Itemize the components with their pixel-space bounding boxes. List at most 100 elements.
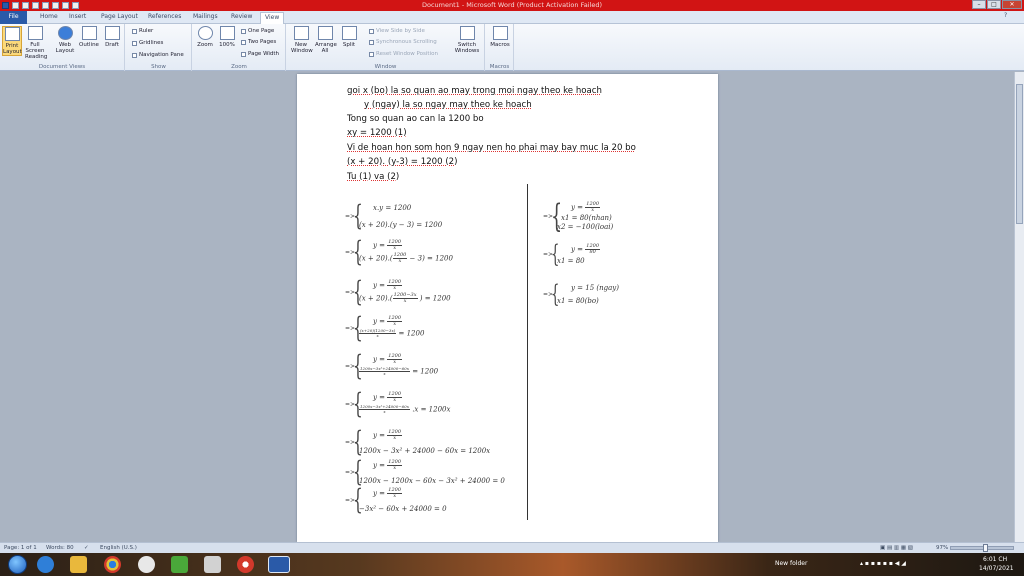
- fraction-denominator: x: [393, 245, 397, 251]
- navigation-pane-checkbox[interactable]: Navigation Pane: [132, 52, 184, 58]
- column-divider: [527, 184, 528, 520]
- internet-explorer-icon[interactable]: [37, 556, 54, 573]
- word-count[interactable]: Words: 80: [46, 545, 74, 551]
- document-page[interactable]: goi x (bo) la so quan ao may trong moi n…: [297, 74, 718, 542]
- maximize-button[interactable]: □: [987, 0, 1001, 9]
- two-pages-button[interactable]: Two Pages: [241, 39, 276, 45]
- full-screen-reading-icon: [27, 26, 43, 40]
- zoom-100-button[interactable]: 100%: [217, 26, 237, 48]
- equation-top: y = 1200 80: [571, 243, 601, 255]
- fraction-denominator: x: [393, 285, 397, 291]
- equation-top: y = 1200 x: [373, 429, 403, 441]
- tab-home[interactable]: Home: [40, 13, 58, 20]
- view-side-by-side-button[interactable]: View Side by Side: [369, 28, 425, 34]
- media-player-icon[interactable]: [204, 556, 221, 573]
- equation-bottom: 1200x−3x²+24000−60x x = 1200: [359, 366, 439, 376]
- synchronous-scrolling-button[interactable]: Synchronous Scrolling: [369, 39, 437, 45]
- checkbox-icon: [132, 52, 137, 58]
- fraction: 1200 x: [387, 354, 403, 365]
- equation-bottom: (x + 20).(1200−3x x ) = 1200: [359, 292, 451, 304]
- gridlines-checkbox[interactable]: Gridlines: [132, 40, 163, 46]
- equation-top: x.y = 1200: [373, 204, 412, 212]
- arrange-all-icon: [317, 26, 333, 40]
- fraction: 1200 x: [387, 392, 403, 403]
- clock-date[interactable]: 14/07/2021: [979, 565, 1014, 572]
- doc-line-6: (x + 20). (y-3) = 1200 (2): [347, 157, 458, 167]
- equation-bottom: −3x² − 60x + 24000 = 0: [359, 505, 447, 513]
- tab-page-layout[interactable]: Page Layout: [101, 13, 138, 20]
- equation-top: y = 1200 x: [571, 201, 601, 213]
- equation-bottom: (x + 20).(1200 x − 3) = 1200: [359, 252, 453, 264]
- fraction: 1200 x: [387, 488, 403, 499]
- group-macros: Macros Macros: [486, 24, 514, 71]
- draft-button[interactable]: Draft: [102, 26, 122, 48]
- web-layout-icon: [57, 26, 73, 40]
- doc-line-5: Vi de hoan hon som hon 9 ngay nen ho pha…: [347, 143, 636, 153]
- chrome-icon[interactable]: [104, 556, 121, 573]
- switch-windows-icon: [459, 26, 475, 40]
- minimize-button[interactable]: –: [972, 0, 986, 9]
- ruler-checkbox[interactable]: Ruler: [132, 28, 153, 34]
- zoom-slider[interactable]: [950, 546, 1014, 550]
- group-label: Show: [151, 64, 166, 70]
- zoom-slider-thumb[interactable]: [983, 544, 988, 552]
- system-tray-icons[interactable]: ▴ ▪ ▪ ▪ ▪ ▪ ◀ ◢: [860, 560, 906, 567]
- close-button[interactable]: ✕: [1002, 0, 1022, 9]
- group-window: New Window Arrange All Split View Side b…: [287, 24, 485, 71]
- coc-coc-icon[interactable]: [138, 556, 155, 573]
- outline-button[interactable]: Outline: [79, 26, 99, 48]
- reset-window-position-button[interactable]: Reset Window Position: [369, 51, 438, 57]
- page-width-button[interactable]: Page Width: [241, 51, 279, 57]
- page-count[interactable]: Page: 1 of 1: [4, 545, 37, 551]
- zoom-100-icon: [219, 26, 235, 40]
- group-show: Ruler Gridlines Navigation Pane Show: [126, 24, 192, 71]
- fraction: 1200 x: [392, 253, 408, 264]
- tab-insert[interactable]: Insert: [69, 13, 86, 20]
- group-label: Macros: [489, 64, 510, 70]
- macros-button[interactable]: Macros: [490, 26, 510, 48]
- scrollbar-thumb[interactable]: [1016, 84, 1023, 224]
- equation-bottom: (x + 20).(y − 3) = 1200: [359, 221, 443, 229]
- zoom-level[interactable]: 97%: [936, 545, 948, 551]
- tab-references[interactable]: References: [148, 13, 181, 20]
- tab-view[interactable]: View: [260, 12, 285, 24]
- green-app-icon[interactable]: [171, 556, 188, 573]
- fraction: 1200 x: [387, 240, 403, 251]
- start-button[interactable]: [8, 555, 27, 574]
- fraction: (x+20)(1200−3x) x: [359, 329, 397, 338]
- clock-time[interactable]: 6:01 CH: [983, 556, 1007, 563]
- tab-file[interactable]: File: [0, 11, 27, 24]
- group-label: Zoom: [231, 64, 247, 70]
- language[interactable]: English (U.S.): [100, 545, 137, 551]
- switch-windows-button[interactable]: Switch Windows: [453, 26, 481, 54]
- word-taskbar-icon[interactable]: [268, 556, 290, 573]
- full-screen-reading-button[interactable]: Full Screen Reading: [25, 26, 47, 60]
- title-bar: Document1 - Microsoft Word (Product Acti…: [0, 0, 1024, 11]
- web-layout-button[interactable]: Web Layout: [55, 26, 75, 54]
- reset-window-icon: [369, 51, 374, 57]
- help-icon[interactable]: ?: [1004, 12, 1007, 19]
- group-label: Document Views: [38, 64, 86, 70]
- split-button[interactable]: Split: [339, 26, 359, 48]
- new-window-button[interactable]: New Window: [291, 26, 313, 54]
- zoom-button[interactable]: Zoom: [195, 26, 215, 48]
- split-icon: [341, 26, 357, 40]
- checkbox-icon: [132, 28, 137, 34]
- fraction-denominator: x: [393, 397, 397, 403]
- view-buttons[interactable]: ▣ ▤ ▥ ▦ ▧: [880, 545, 913, 551]
- equation-top: y = 1200 x: [373, 279, 403, 291]
- one-page-button[interactable]: One Page: [241, 28, 274, 34]
- vertical-scrollbar[interactable]: [1014, 72, 1024, 542]
- print-layout-button[interactable]: Print Layout: [2, 26, 22, 56]
- tray-label[interactable]: New folder: [775, 560, 807, 567]
- browser-icon[interactable]: [237, 556, 254, 573]
- proofing-icon[interactable]: ✓: [84, 545, 89, 551]
- tab-review[interactable]: Review: [231, 13, 252, 20]
- fraction: 1200x−3x²+24000−60x x: [359, 367, 410, 376]
- arrange-all-button[interactable]: Arrange All: [315, 26, 337, 54]
- ribbon-tabs: File Home Insert Page Layout References …: [0, 11, 1024, 24]
- file-explorer-icon[interactable]: [70, 556, 87, 573]
- draft-icon: [104, 26, 120, 40]
- fraction-denominator: x: [393, 359, 397, 365]
- tab-mailings[interactable]: Mailings: [193, 13, 218, 20]
